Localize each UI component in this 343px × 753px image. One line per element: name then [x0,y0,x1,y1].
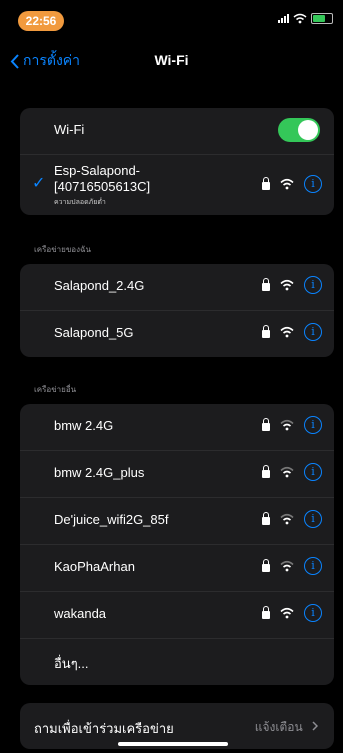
wifi-icon [280,607,294,619]
wifi-status-icon [293,13,307,24]
lock-icon [262,512,270,525]
other-networks-header: เครือข่ายอื่น [34,385,77,394]
lock-icon [262,177,270,190]
wifi-icon [280,326,294,338]
wifi-icon [280,513,294,525]
nav-bar: การตั้งค่า Wi-Fi [0,40,343,84]
my-networks-group: Salapond_2.4G i Salapond_5G i [20,264,334,357]
home-indicator [118,742,228,746]
wifi-icon [280,560,294,572]
info-icon[interactable]: i [304,416,322,434]
network-row[interactable]: KaoPhaArhan i [20,545,334,592]
network-row[interactable]: Salapond_5G i [20,311,334,357]
network-name: KaoPhaArhan [54,559,135,574]
network-icons: i [262,557,322,575]
lock-icon [262,418,270,431]
lock-icon [262,559,270,572]
network-icons: i [262,323,322,341]
network-name: De'juice_wifi2G_85f [54,512,169,527]
signal-icon [278,14,289,23]
network-icons: i [262,510,322,528]
lock-icon [262,325,270,338]
connected-network-subtitle: ความปลอดภัยต่ำ [54,199,106,206]
ask-to-join-value: แจ้งเตือน [255,718,319,737]
status-icons [278,13,333,24]
connected-network-row[interactable]: ✓ Esp-Salapond- [40716505613C] ความปลอดภั… [20,155,334,215]
network-row[interactable]: De'juice_wifi2G_85f i [20,498,334,545]
wifi-icon [280,466,294,478]
info-icon[interactable]: i [304,604,322,622]
info-icon[interactable]: i [304,463,322,481]
wifi-toggle-label: Wi-Fi [54,122,85,137]
network-icons: i [262,604,322,622]
network-name: wakanda [54,606,107,621]
ask-to-join-label: ถามเพื่อเข้าร่วมเครือข่าย [34,721,174,736]
network-icons: i [262,463,322,481]
lock-icon [262,606,270,619]
lock-icon [262,465,270,478]
wifi-toggle-row: Wi-Fi [20,108,334,155]
connected-network-name: Esp-Salapond- [40716505613C] [54,163,151,194]
info-icon[interactable]: i [304,510,322,528]
battery-icon [311,13,333,24]
network-name: bmw 2.4G [54,418,114,433]
network-name: Salapond_5G [54,325,134,340]
other-network-row[interactable]: อื่นๆ... [20,639,334,685]
network-icons: i [262,416,322,434]
info-icon[interactable]: i [304,175,322,193]
wifi-icon [280,178,294,190]
network-name: bmw 2.4G_plus [54,465,145,480]
checkmark-icon: ✓ [32,175,46,192]
network-row[interactable]: wakanda i [20,592,334,639]
network-name: Salapond_2.4G [54,278,145,293]
wifi-toggle[interactable] [278,118,320,142]
lock-icon [262,278,270,291]
page-title: Wi-Fi [154,52,189,68]
my-networks-header: เครือข่ายของฉัน [34,245,91,254]
connected-network-icons: i [262,175,322,193]
other-network-label: อื่นๆ... [54,656,89,671]
status-time: 22:56 [18,11,64,31]
info-icon[interactable]: i [304,276,322,294]
info-icon[interactable]: i [304,557,322,575]
chevron-right-icon [312,721,319,731]
info-icon[interactable]: i [304,323,322,341]
wifi-main-group: Wi-Fi ✓ Esp-Salapond- [40716505613C] ความ… [20,108,334,215]
wifi-icon [280,419,294,431]
status-bar: 22:56 [0,0,343,40]
other-networks-group: bmw 2.4G i bmw 2.4G_plus i De'juice_wifi… [20,404,334,685]
wifi-icon [280,279,294,291]
network-row[interactable]: Salapond_2.4G i [20,264,334,311]
network-icons: i [262,276,322,294]
network-row[interactable]: bmw 2.4G i [20,404,334,451]
network-row[interactable]: bmw 2.4G_plus i [20,451,334,498]
